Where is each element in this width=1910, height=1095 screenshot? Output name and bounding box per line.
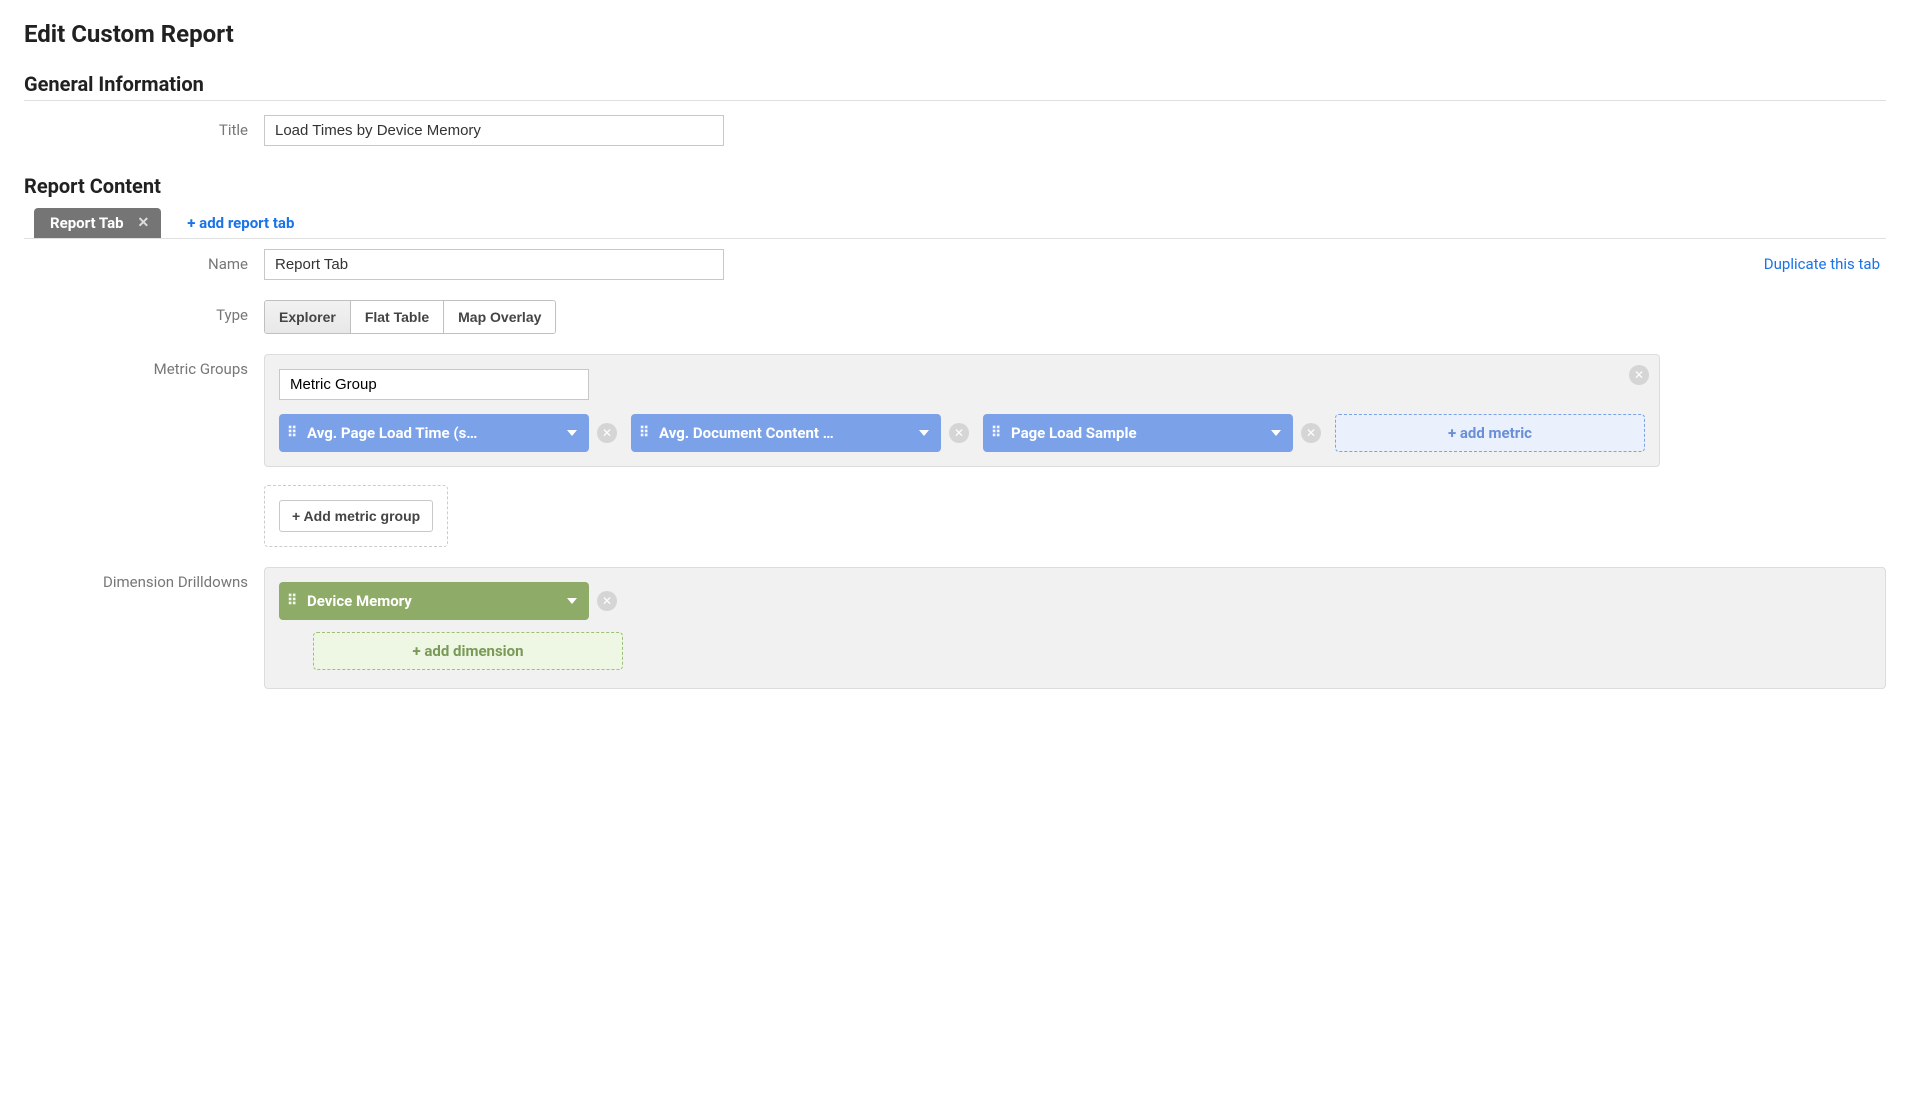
- drag-handle-icon[interactable]: ⠿: [287, 598, 299, 605]
- metric-pill[interactable]: ⠿ Avg. Document Content …: [631, 414, 941, 452]
- type-option-flat-table[interactable]: Flat Table: [351, 301, 444, 333]
- chevron-down-icon: [919, 430, 929, 436]
- title-label: Title: [24, 115, 264, 139]
- section-heading-general: General Information: [24, 72, 1886, 101]
- metric-group-box: ✕ ⠿ Avg. Page Load Time (s… ✕ ⠿ Avg.: [264, 354, 1660, 467]
- drag-handle-icon[interactable]: ⠿: [639, 430, 651, 437]
- type-option-map-overlay[interactable]: Map Overlay: [444, 301, 555, 333]
- chevron-down-icon: [567, 598, 577, 604]
- drag-handle-icon[interactable]: ⠿: [287, 430, 299, 437]
- dimension-pill-label: Device Memory: [307, 592, 557, 610]
- metric-pill-label: Avg. Document Content …: [659, 424, 909, 442]
- chevron-down-icon: [567, 430, 577, 436]
- remove-metric-icon[interactable]: ✕: [949, 423, 969, 443]
- add-metric-group-button[interactable]: + Add metric group: [279, 500, 433, 532]
- remove-metric-group-icon[interactable]: ✕: [1629, 365, 1649, 385]
- type-label: Type: [24, 300, 264, 324]
- page-title: Edit Custom Report: [24, 20, 1886, 48]
- chevron-down-icon: [1271, 430, 1281, 436]
- type-button-group: Explorer Flat Table Map Overlay: [264, 300, 556, 334]
- metric-pill-label: Page Load Sample: [1011, 424, 1261, 442]
- report-tab-chip[interactable]: Report Tab ✕: [34, 208, 161, 238]
- close-icon[interactable]: ✕: [138, 215, 150, 231]
- add-dimension-button[interactable]: + add dimension: [313, 632, 623, 670]
- remove-metric-icon[interactable]: ✕: [597, 423, 617, 443]
- metric-pill[interactable]: ⠿ Page Load Sample: [983, 414, 1293, 452]
- remove-dimension-icon[interactable]: ✕: [597, 591, 617, 611]
- name-label: Name: [24, 249, 264, 273]
- metric-pill[interactable]: ⠿ Avg. Page Load Time (s…: [279, 414, 589, 452]
- add-metric-group-box: + Add metric group: [264, 485, 448, 547]
- dimension-drilldowns-label: Dimension Drilldowns: [24, 567, 264, 591]
- remove-metric-icon[interactable]: ✕: [1301, 423, 1321, 443]
- report-tab-label: Report Tab: [50, 214, 124, 232]
- duplicate-tab-link[interactable]: Duplicate this tab: [1764, 249, 1886, 273]
- metric-pill-label: Avg. Page Load Time (s…: [307, 424, 557, 442]
- dimension-pill[interactable]: ⠿ Device Memory: [279, 582, 589, 620]
- dimension-box: ⠿ Device Memory ✕ + add dimension: [264, 567, 1886, 689]
- type-option-explorer[interactable]: Explorer: [265, 301, 351, 333]
- drag-handle-icon[interactable]: ⠿: [991, 430, 1003, 437]
- add-metric-button[interactable]: + add metric: [1335, 414, 1645, 452]
- title-input[interactable]: [264, 115, 724, 146]
- metric-groups-label: Metric Groups: [24, 354, 264, 378]
- name-input[interactable]: [264, 249, 724, 280]
- add-report-tab-link[interactable]: + add report tab: [187, 214, 294, 232]
- section-heading-content: Report Content: [24, 174, 1886, 202]
- metric-group-name-input[interactable]: [279, 369, 589, 400]
